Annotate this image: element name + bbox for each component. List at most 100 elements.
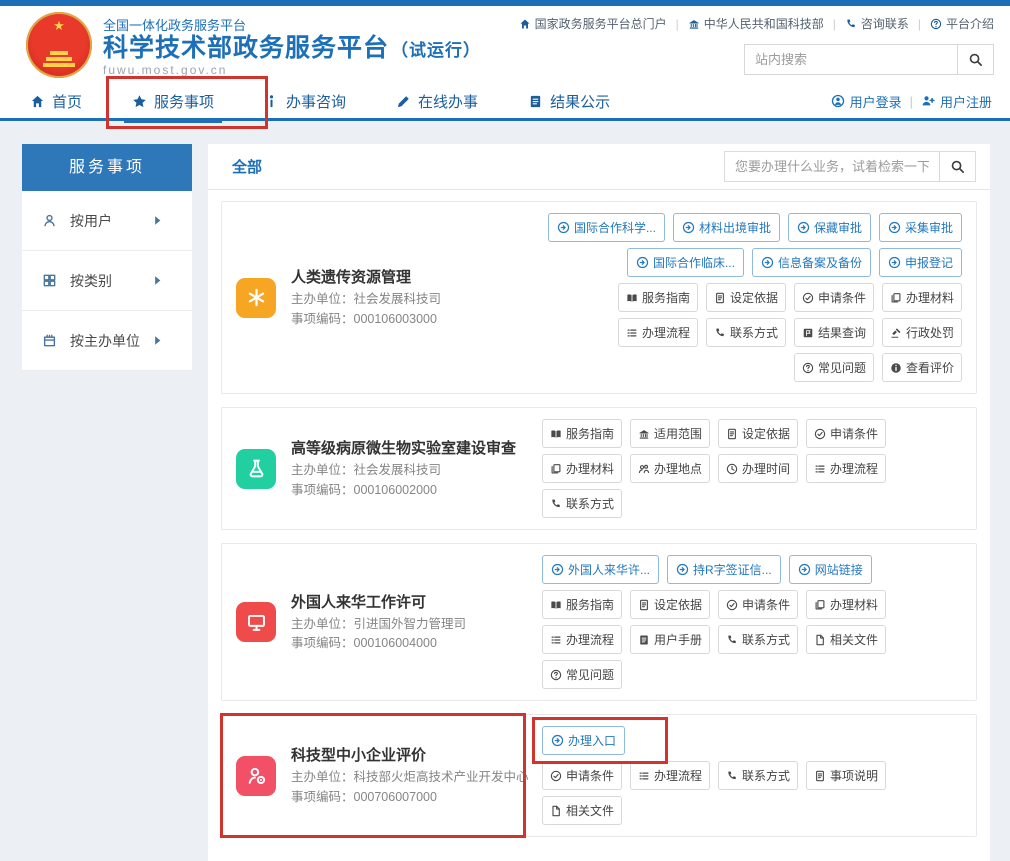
copy-icon <box>814 599 826 611</box>
tab-all[interactable]: 全部 <box>232 156 262 177</box>
action-label: 常见问题 <box>566 668 615 682</box>
arrow-circle-icon <box>761 256 774 269</box>
action-label: 联系方式 <box>742 633 791 647</box>
topbar-divider: | <box>675 16 679 31</box>
action-label: 办理流程 <box>641 326 690 340</box>
service-code: 事项编码：000106003000 <box>291 311 437 326</box>
topbar-link-about[interactable]: 平台介绍 <box>930 15 994 32</box>
action-row: 申请条件 办理流程 联系方式 事项说明相关文件 <box>542 761 962 825</box>
sidebar-item-by-host-org[interactable]: 按主办单位 <box>22 311 192 371</box>
sidebar-item-label: 按主办单位 <box>70 332 140 349</box>
register-link[interactable]: 用户注册 <box>921 92 992 111</box>
nav-tab-label: 首页 <box>52 93 83 111</box>
flask-icon <box>246 458 267 479</box>
site-title-suffix: （试运行） <box>391 40 482 60</box>
people-icon <box>638 463 650 475</box>
action-button[interactable]: 事项说明 <box>806 761 887 790</box>
action-label: 适用范围 <box>654 427 703 441</box>
action-button[interactable]: 办理流程 <box>617 318 698 347</box>
phone-icon <box>726 634 738 646</box>
nav-tab-home[interactable]: 首页 <box>28 83 84 120</box>
nav-tab-service-items[interactable]: 服务事项 <box>106 75 269 129</box>
action-button[interactable]: 相关文件 <box>542 796 623 825</box>
tag-button[interactable]: 外国人来华许... <box>542 555 660 584</box>
building-icon <box>42 333 57 348</box>
action-button[interactable]: 行政处罚 <box>881 318 962 347</box>
service-search-button[interactable] <box>939 152 975 181</box>
action-button[interactable]: 申请条件 <box>806 419 887 448</box>
tag-button[interactable]: 保藏审批 <box>787 213 871 242</box>
action-button[interactable]: 服务指南 <box>542 419 623 448</box>
caret-right-icon <box>150 213 165 228</box>
tag-button[interactable]: 材料出境审批 <box>672 213 780 242</box>
action-label: 办理流程 <box>654 769 703 783</box>
nav-tab-results[interactable]: 结果公示 <box>526 83 612 120</box>
sidebar: 服务事项 按用户 按类别 按主办单位 <box>22 144 192 371</box>
action-button[interactable]: 联系方式 <box>705 318 786 347</box>
action-button[interactable]: 申请条件 <box>718 590 799 619</box>
tag-button[interactable]: 申报登记 <box>878 248 962 277</box>
tag-button[interactable]: 持R字签证信... <box>667 555 781 584</box>
site-search-button[interactable] <box>957 45 993 74</box>
action-button[interactable]: 办理材料 <box>881 283 962 312</box>
topbar-link-national-portal[interactable]: 国家政务服务平台总门户 <box>519 15 667 32</box>
action-button[interactable]: 办理流程 <box>806 454 887 483</box>
bank-icon <box>688 18 700 30</box>
action-button[interactable]: 常见问题 <box>793 353 874 382</box>
topbar-link-most[interactable]: 中华人民共和国科技部 <box>688 15 824 32</box>
action-button[interactable]: 办理流程 <box>630 761 711 790</box>
action-button[interactable]: 相关文件 <box>806 625 887 654</box>
action-button[interactable]: 联系方式 <box>718 761 799 790</box>
tag-button[interactable]: 采集审批 <box>878 213 962 242</box>
nav-auth: 用户登录 | 用户注册 <box>831 92 992 111</box>
action-button[interactable]: 办理流程 <box>542 625 623 654</box>
action-button[interactable]: 服务指南 <box>617 283 698 312</box>
login-link[interactable]: 用户登录 <box>831 92 902 111</box>
action-label: 联系方式 <box>742 769 791 783</box>
arrow-circle-icon <box>798 563 811 576</box>
list-icon <box>638 770 650 782</box>
action-label: 办理流程 <box>830 462 879 476</box>
tag-button[interactable]: 办理入口 <box>532 717 669 764</box>
main-header: 全部 <box>208 144 990 190</box>
action-button[interactable]: 适用范围 <box>630 419 711 448</box>
action-button[interactable]: 联系方式 <box>718 625 799 654</box>
nav-tab-online-services[interactable]: 在线办事 <box>394 83 480 120</box>
tag-button[interactable]: 国际合作科学... <box>547 213 665 242</box>
action-button[interactable]: 查看评价 <box>881 353 962 382</box>
site-header: ★ 全国一体化政务服务平台 科学技术部政务服务平台 （试运行） fuwu.most… <box>0 6 1010 84</box>
action-label: 相关文件 <box>566 804 615 818</box>
service-meta: 主办单位：社会发展科技司 事项编码：000106003000 <box>291 290 441 329</box>
action-button[interactable]: 申请条件 <box>542 761 623 790</box>
action-button[interactable]: 办理地点 <box>630 454 711 483</box>
action-button[interactable]: 结果查询 <box>793 318 874 347</box>
action-button[interactable]: 设定依据 <box>630 590 711 619</box>
service-icon <box>236 277 276 318</box>
action-button[interactable]: 常见问题 <box>542 660 623 689</box>
action-button[interactable]: 申请条件 <box>793 283 874 312</box>
topbar-link-contact[interactable]: 咨询联系 <box>845 15 909 32</box>
home-icon <box>519 18 531 30</box>
tag-label: 持R字签证信... <box>693 563 772 577</box>
site-search-input[interactable] <box>745 45 957 74</box>
tag-button[interactable]: 国际合作临床... <box>626 248 744 277</box>
nav-tab-consultation[interactable]: 办事咨询 <box>262 83 348 120</box>
tag-button[interactable]: 信息备案及备份 <box>751 248 871 277</box>
sidebar-item-by-category[interactable]: 按类别 <box>22 251 192 311</box>
action-button[interactable]: 用户手册 <box>630 625 711 654</box>
service-card-actions: 外国人来华许... 持R字签证信... 网站链接服务指南 设定依据 申请条件 办理材料办理… <box>542 553 962 691</box>
action-button[interactable]: 服务指南 <box>542 590 623 619</box>
action-button[interactable]: 办理时间 <box>718 454 799 483</box>
user-circle-icon <box>831 94 845 108</box>
action-button[interactable]: 设定依据 <box>705 283 786 312</box>
action-button[interactable]: 办理材料 <box>806 590 887 619</box>
action-button[interactable]: 设定依据 <box>718 419 799 448</box>
tag-button[interactable]: 网站链接 <box>788 555 872 584</box>
action-button[interactable]: 联系方式 <box>542 489 623 518</box>
service-title: 科技型中小企业评价 <box>291 747 427 765</box>
service-info: 人类遗传资源管理 主办单位：社会发展科技司 事项编码：000106003000 <box>291 266 441 329</box>
service-card-actions: 国际合作科学... 材料出境审批 保藏审批 采集审批 国际合作临床... 信息备案及备份申… <box>542 211 962 384</box>
action-button[interactable]: 办理材料 <box>542 454 623 483</box>
sidebar-item-by-user[interactable]: 按用户 <box>22 191 192 251</box>
service-search-input[interactable] <box>725 152 939 181</box>
